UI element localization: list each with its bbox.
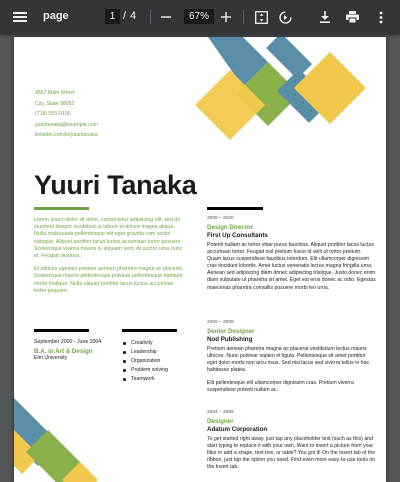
more-vert-icon[interactable] (372, 8, 390, 26)
page-count: 4 (130, 10, 137, 22)
experience-description: Potenti nullam ac tortor vitae purus fau… (207, 242, 376, 291)
experience-description: To get started right away, just tap any … (207, 436, 376, 471)
experience-entry: 2004 – 2006 Designer Adatum Corporation … (207, 409, 377, 471)
experience-entry: 2006 – 2009 Senior Designer Nod Publishi… (207, 319, 377, 395)
pdf-toolbar: page 1 / 4 67% (0, 0, 400, 34)
experience-description: Pretium aenean pharetra magna ac placera… (207, 346, 370, 374)
page-number-input[interactable]: 1 (105, 9, 120, 24)
intro-paragraph: Et ultrices egestas pretium aenean phare… (34, 266, 184, 294)
download-icon[interactable] (316, 8, 334, 26)
experience-dates: 2006 – 2009 (207, 320, 234, 325)
experience-dates: 2009 – 2020 (207, 216, 234, 221)
experience-company: First Up Consultants (207, 232, 268, 239)
name-underline (34, 207, 89, 210)
intro-text: Lorem ipsum dolor sit amet, consectetur … (34, 217, 186, 301)
intro-paragraph: Lorem ipsum dolor sit amet, consectetur … (34, 217, 183, 260)
contact-address: 4567 Main Street (35, 90, 75, 96)
experience-role: Senior Designer (207, 328, 255, 335)
section-rule (207, 207, 263, 210)
toolbar-divider (150, 10, 151, 24)
education-school: Elm University (34, 355, 68, 361)
skill-item: Organization (122, 357, 192, 366)
education-section: September 2000 - June 2004 B.A. in Art &… (34, 339, 104, 362)
contact-email: yuuritanaka@example.com (35, 121, 98, 128)
contact-info: 4567 Main Street City, State 98052 (718)… (35, 88, 98, 141)
experience-dates: 2004 – 2006 (207, 410, 234, 415)
contact-phone: (718) 555-0100 (35, 111, 71, 117)
rotate-icon[interactable] (276, 8, 294, 26)
contact-city: City, State 98052 (35, 100, 75, 107)
toolbar-divider (243, 10, 244, 24)
skill-item: Leadership (122, 348, 192, 357)
experience-company: Adatum Corporation (207, 426, 268, 433)
experience-company: Nod Publishing (207, 336, 253, 343)
education-dates: September 2000 - June 2004 (34, 339, 102, 345)
experience-description: Elit pellentesque elit ullamcorper digni… (207, 380, 354, 394)
resume-name: Yuuri Tanaka (34, 170, 197, 200)
skill-item: Teamwork (122, 375, 192, 384)
page-separator: / (123, 10, 127, 22)
zoom-input[interactable]: 67% (184, 9, 214, 24)
zoom-out-icon[interactable] (157, 8, 175, 26)
zoom-in-icon[interactable] (217, 8, 235, 26)
document-title: page (43, 10, 69, 22)
fit-to-page-icon[interactable] (252, 8, 270, 26)
resume-page: 4567 Main Street City, State 98052 (718)… (14, 37, 386, 482)
skill-item: Creativity (122, 339, 192, 348)
skills-section: Creativity Leadership Organization Probl… (122, 339, 192, 384)
experience-role: Designer (207, 418, 234, 425)
section-rule (122, 329, 177, 332)
experience-role: Design Director (207, 224, 254, 231)
menu-icon[interactable] (13, 10, 27, 24)
experience-entry: 2009 – 2020 Design Director First Up Con… (207, 215, 377, 292)
contact-linkedin: linkedin.com/in/yuuritanaka (35, 132, 98, 138)
section-rule (34, 329, 89, 332)
education-degree: B.A. in Art & Design (34, 348, 93, 355)
skill-item: Problem solving (122, 366, 192, 375)
print-icon[interactable] (343, 8, 361, 26)
